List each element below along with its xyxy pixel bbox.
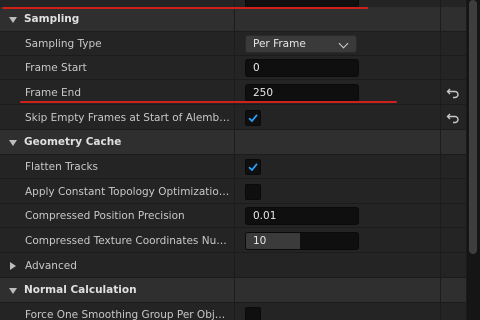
category-title: Normal Calculation (24, 284, 137, 296)
texcoord-bits-slider[interactable]: 10 (245, 232, 359, 250)
position-precision-input[interactable]: 0.01 (245, 207, 359, 225)
property-label: Skip Empty Frames at Start of Alembic Se… (25, 112, 230, 124)
reset-column-divider (440, 0, 441, 320)
caret-down-icon (9, 288, 17, 294)
flatten-tracks-checkbox[interactable] (245, 159, 261, 175)
property-row-frame-start: Frame Start 0 (0, 56, 466, 80)
property-label: Sampling Type (25, 38, 102, 50)
category-title: Sampling (24, 13, 80, 25)
sampling-type-dropdown[interactable]: Per Frame (245, 35, 357, 53)
reset-arrow-icon[interactable] (446, 111, 460, 125)
category-normal-calculation[interactable]: Normal Calculation (0, 278, 466, 303)
category-advanced[interactable]: Advanced (0, 254, 466, 278)
property-label: Frame Start (25, 62, 87, 74)
property-row-smoothing-group: Force One Smoothing Group Per Object (0, 303, 466, 320)
property-label: Apply Constant Topology Optimizations (25, 186, 230, 198)
caret-down-icon (9, 17, 17, 23)
category-title: Advanced (25, 260, 77, 272)
annotation-underline (2, 7, 368, 9)
property-label: Force One Smoothing Group Per Object (25, 309, 230, 320)
category-title: Geometry Cache (24, 136, 122, 148)
frame-start-input[interactable]: 0 (245, 59, 359, 77)
scrollbar-thumb[interactable] (469, 0, 477, 254)
checkmark-icon (248, 163, 258, 172)
property-row-sampling-type: Sampling Type Per Frame (0, 32, 466, 56)
category-sampling[interactable]: Sampling (0, 7, 466, 32)
property-label: Compressed Texture Coordinates Number... (25, 235, 230, 247)
dropdown-value: Per Frame (253, 38, 306, 50)
slider-value: 10 (253, 235, 267, 247)
chevron-down-icon (338, 38, 349, 49)
column-divider (234, 0, 235, 320)
constant-topology-checkbox[interactable] (245, 184, 261, 200)
details-panel: Sampling Sampling Type Per Frame Frame S… (0, 0, 466, 320)
skip-empty-checkbox[interactable] (245, 110, 261, 126)
property-label: Flatten Tracks (25, 161, 99, 173)
property-row-position-precision: Compressed Position Precision 0.01 (0, 204, 466, 228)
property-row-flatten-tracks: Flatten Tracks (0, 155, 466, 179)
caret-right-icon (10, 262, 16, 270)
frame-end-input[interactable]: 250 (245, 84, 359, 102)
property-label: Compressed Position Precision (25, 210, 185, 222)
reset-arrow-icon[interactable] (446, 86, 460, 100)
caret-down-icon (9, 140, 17, 146)
smoothing-group-checkbox[interactable] (245, 307, 261, 320)
category-geometry-cache[interactable]: Geometry Cache (0, 130, 466, 155)
property-row-skip-empty: Skip Empty Frames at Start of Alembic Se… (0, 106, 466, 130)
property-row-texcoord-bits: Compressed Texture Coordinates Number...… (0, 229, 466, 253)
annotation-underline (20, 101, 397, 103)
checkmark-icon (248, 114, 258, 123)
property-row-constant-topology: Apply Constant Topology Optimizations (0, 180, 466, 204)
